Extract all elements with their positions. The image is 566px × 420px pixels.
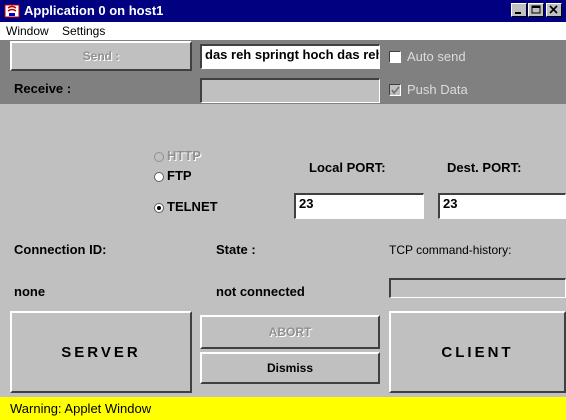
- close-icon[interactable]: [546, 3, 562, 17]
- radio-telnet-label: TELNET: [167, 199, 218, 214]
- menu-settings[interactable]: Settings: [62, 24, 105, 38]
- local-port-input[interactable]: 23: [294, 193, 424, 219]
- title-bar[interactable]: Application 0 on host1: [0, 0, 566, 22]
- abort-button[interactable]: ABORT: [200, 315, 380, 349]
- server-button-label: SERVER: [61, 343, 141, 361]
- radio-http[interactable]: [154, 152, 164, 162]
- minimize-icon[interactable]: [511, 3, 527, 17]
- check-icon: [391, 86, 400, 95]
- server-button[interactable]: SERVER: [10, 311, 192, 393]
- push-data-checkbox[interactable]: [389, 84, 401, 96]
- status-warning-text: Warning: Applet Window: [10, 401, 152, 416]
- client-button-label: CLIENT: [441, 343, 514, 361]
- local-port-label: Local PORT:: [309, 160, 386, 175]
- auto-send-checkbox[interactable]: [389, 51, 401, 63]
- connection-id-label: Connection ID:: [14, 242, 107, 257]
- status-bar: Warning: Applet Window: [0, 397, 566, 420]
- receive-input[interactable]: [200, 78, 380, 103]
- send-button-label: Send :: [82, 49, 120, 63]
- send-button[interactable]: Send :: [10, 41, 192, 71]
- dest-port-input[interactable]: 23: [438, 193, 566, 219]
- radio-ftp-label: FTP: [167, 168, 192, 183]
- history-dropdown[interactable]: [389, 278, 566, 298]
- dismiss-button-label: Dismiss: [266, 361, 314, 375]
- client-button[interactable]: CLIENT: [389, 311, 566, 393]
- auto-send-label: Auto send: [407, 49, 466, 64]
- history-label: TCP command-history:: [389, 243, 512, 257]
- dismiss-button[interactable]: Dismiss: [200, 352, 380, 384]
- state-value: not connected: [216, 284, 305, 299]
- window-title: Application 0 on host1: [24, 3, 164, 18]
- dest-port-label: Dest. PORT:: [447, 160, 522, 175]
- radio-telnet[interactable]: [154, 203, 164, 213]
- send-input[interactable]: das reh springt hoch das reh: [200, 44, 380, 69]
- menu-window[interactable]: Window: [6, 24, 49, 38]
- abort-button-label: ABORT: [268, 325, 312, 339]
- push-data-label: Push Data: [407, 82, 468, 97]
- maximize-icon[interactable]: [528, 3, 544, 17]
- state-label: State :: [216, 242, 256, 257]
- radio-ftp[interactable]: [154, 172, 164, 182]
- connection-id-value: none: [14, 284, 46, 299]
- menu-bar: Window Settings: [0, 22, 566, 40]
- java-app-icon: [4, 3, 20, 19]
- receive-label: Receive :: [14, 81, 72, 96]
- radio-http-label: HTTP: [167, 148, 201, 163]
